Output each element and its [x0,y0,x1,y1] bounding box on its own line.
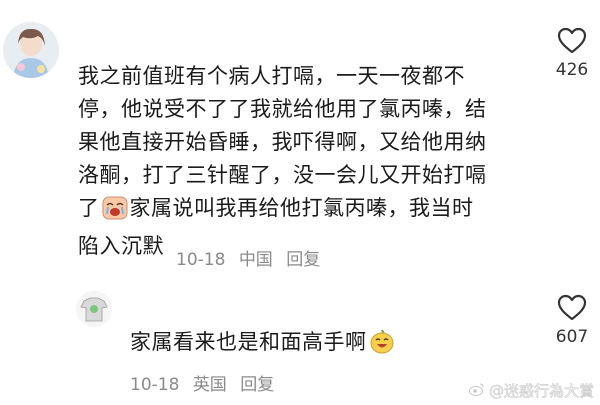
avatar[interactable] [76,291,112,327]
comment-text: 家属看来也是和面高手啊 [130,326,397,364]
comment-text-line: 果他直接开始昏睡，我吓得啊，又给他用纳 [78,130,487,154]
comment-text-segment: 家属看来也是和面高手啊 [130,330,367,354]
comment-text: 我之前值班有个病人打嗝，一天一夜都不 停，他说受不了了我就给他用了氯丙嗪，结 果… [78,60,487,263]
comment-date: 10-18 [130,375,180,395]
heart-icon [557,294,587,321]
avatar-image [76,291,112,327]
comment-text-line: 了 家属说叫我再给他打氯丙嗪，我当时 [78,192,487,230]
comment-meta: 10-18 中国 回复 [176,245,328,270]
comment-text-segment: 家属说叫我再给他打氯丙嗪，我当时 [129,196,474,220]
watermark: @迷惑行為大賞 [468,380,595,401]
like-button[interactable]: 607 [542,294,600,347]
comment-text-line: 洛酮，打了三针醒了，没一会儿又开始打嗝 [78,163,487,187]
comment-text-segment: 了 [78,196,100,220]
laughing-face-icon [369,328,395,364]
comment-location: 中国 [238,250,273,270]
comment-date: 10-18 [176,250,226,270]
comment-text-line: 停，他说受不了了我就给他用了氯丙嗪，结 [78,97,487,121]
like-count: 426 [555,60,589,80]
like-button[interactable]: 426 [542,27,600,80]
comment-location: 英国 [192,375,227,395]
comment-meta: 10-18 英国 回复 [130,370,282,395]
heart-icon [557,27,587,54]
like-count: 607 [555,327,589,347]
reply-button[interactable]: 回复 [286,250,320,270]
reply-button[interactable]: 回复 [240,375,274,395]
watermark-text: @迷惑行為大賞 [488,382,595,401]
avatar[interactable] [3,22,59,78]
crying-face-icon [102,196,128,230]
comment-text-line: 我之前值班有个病人打嗝，一天一夜都不 [78,64,465,88]
weibo-icon [468,382,485,400]
avatar-image [3,22,59,78]
